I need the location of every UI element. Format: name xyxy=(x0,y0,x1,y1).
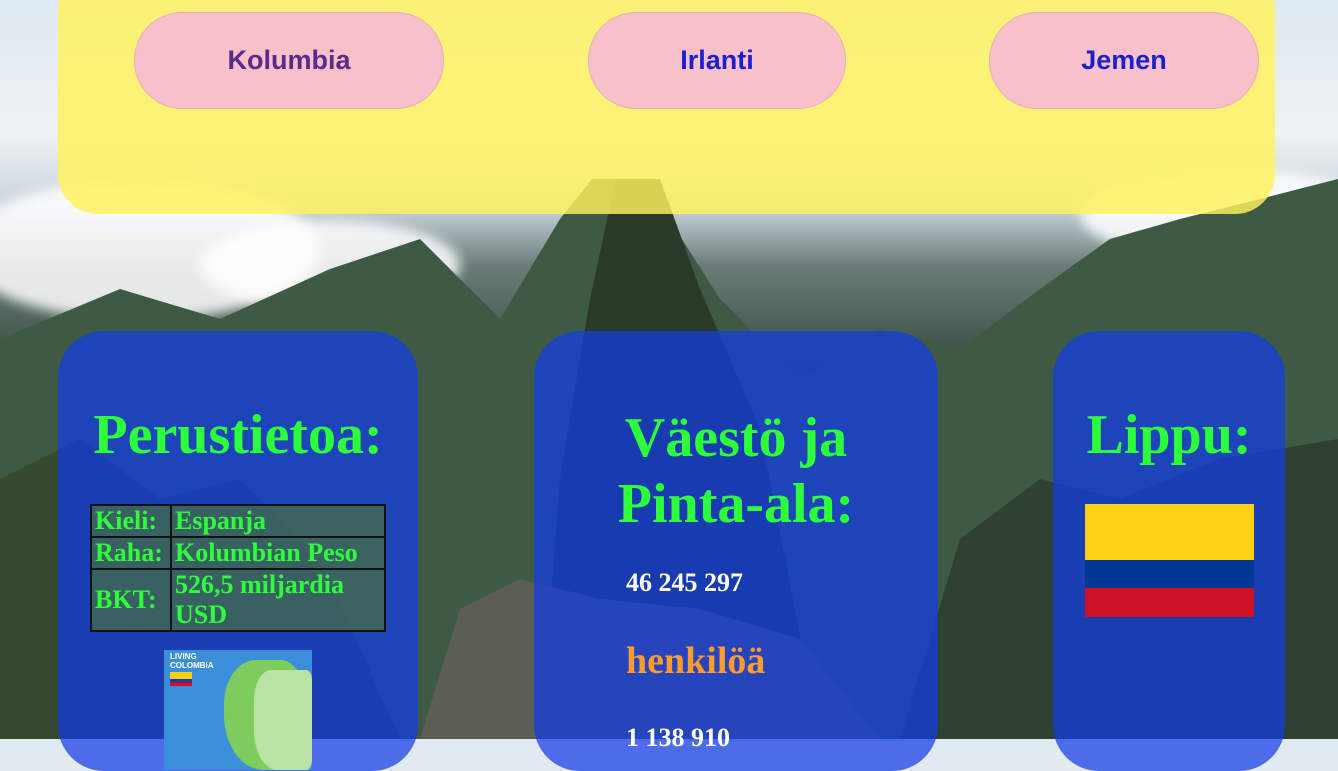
gdp-label: BKT: xyxy=(90,568,172,632)
language-value: Espanja xyxy=(170,504,386,538)
population-title-line1: Väestö ja xyxy=(624,407,848,469)
table-row: BKT: 526,5 miljardia USD xyxy=(90,568,386,632)
basics-table: Kieli: Espanja Raha: Kolumbian Peso BKT:… xyxy=(90,504,386,632)
flag-stripe-yellow xyxy=(1085,504,1254,560)
population-value: 46 245 297 xyxy=(626,568,743,597)
nav-button-kolumbia[interactable]: Kolumbia xyxy=(134,12,444,109)
nav-button-jemen[interactable]: Jemen xyxy=(989,12,1259,109)
country-nav-panel: Kolumbia Irlanti Jemen xyxy=(58,0,1275,214)
population-unit: henkilöä xyxy=(626,640,766,682)
flag-card: Lippu: xyxy=(1053,331,1285,771)
nav-button-irlanti[interactable]: Irlanti xyxy=(588,12,846,109)
colombia-flag-icon xyxy=(1085,504,1254,617)
basics-card: Perustietoa: Kieli: Espanja Raha: Kolumb… xyxy=(58,331,418,771)
flag-stripe-red xyxy=(1085,588,1254,617)
area-value: 1 138 910 xyxy=(626,723,730,752)
colombia-map-image: LIVING COLOMBIA xyxy=(164,650,312,770)
table-row: Raha: Kolumbian Peso xyxy=(90,536,386,570)
flag-stripe-blue xyxy=(1085,560,1254,588)
population-card: Väestö ja Pinta-ala: 46 245 297 henkilöä… xyxy=(534,331,938,771)
gdp-value: 526,5 miljardia USD xyxy=(170,568,386,632)
population-title-line2: Pinta-ala: xyxy=(617,473,855,535)
population-title: Väestö ja Pinta-ala: xyxy=(534,405,938,537)
basics-title: Perustietoa: xyxy=(93,404,383,466)
language-label: Kieli: xyxy=(90,504,172,538)
table-row: Kieli: Espanja xyxy=(90,504,386,538)
map-header-line2: COLOMBIA xyxy=(170,661,214,670)
map-header-line1: LIVING xyxy=(170,652,197,661)
map-flag-icon xyxy=(170,672,192,686)
flag-title: Lippu: xyxy=(1086,404,1252,466)
currency-label: Raha: xyxy=(90,536,172,570)
currency-value: Kolumbian Peso xyxy=(170,536,386,570)
